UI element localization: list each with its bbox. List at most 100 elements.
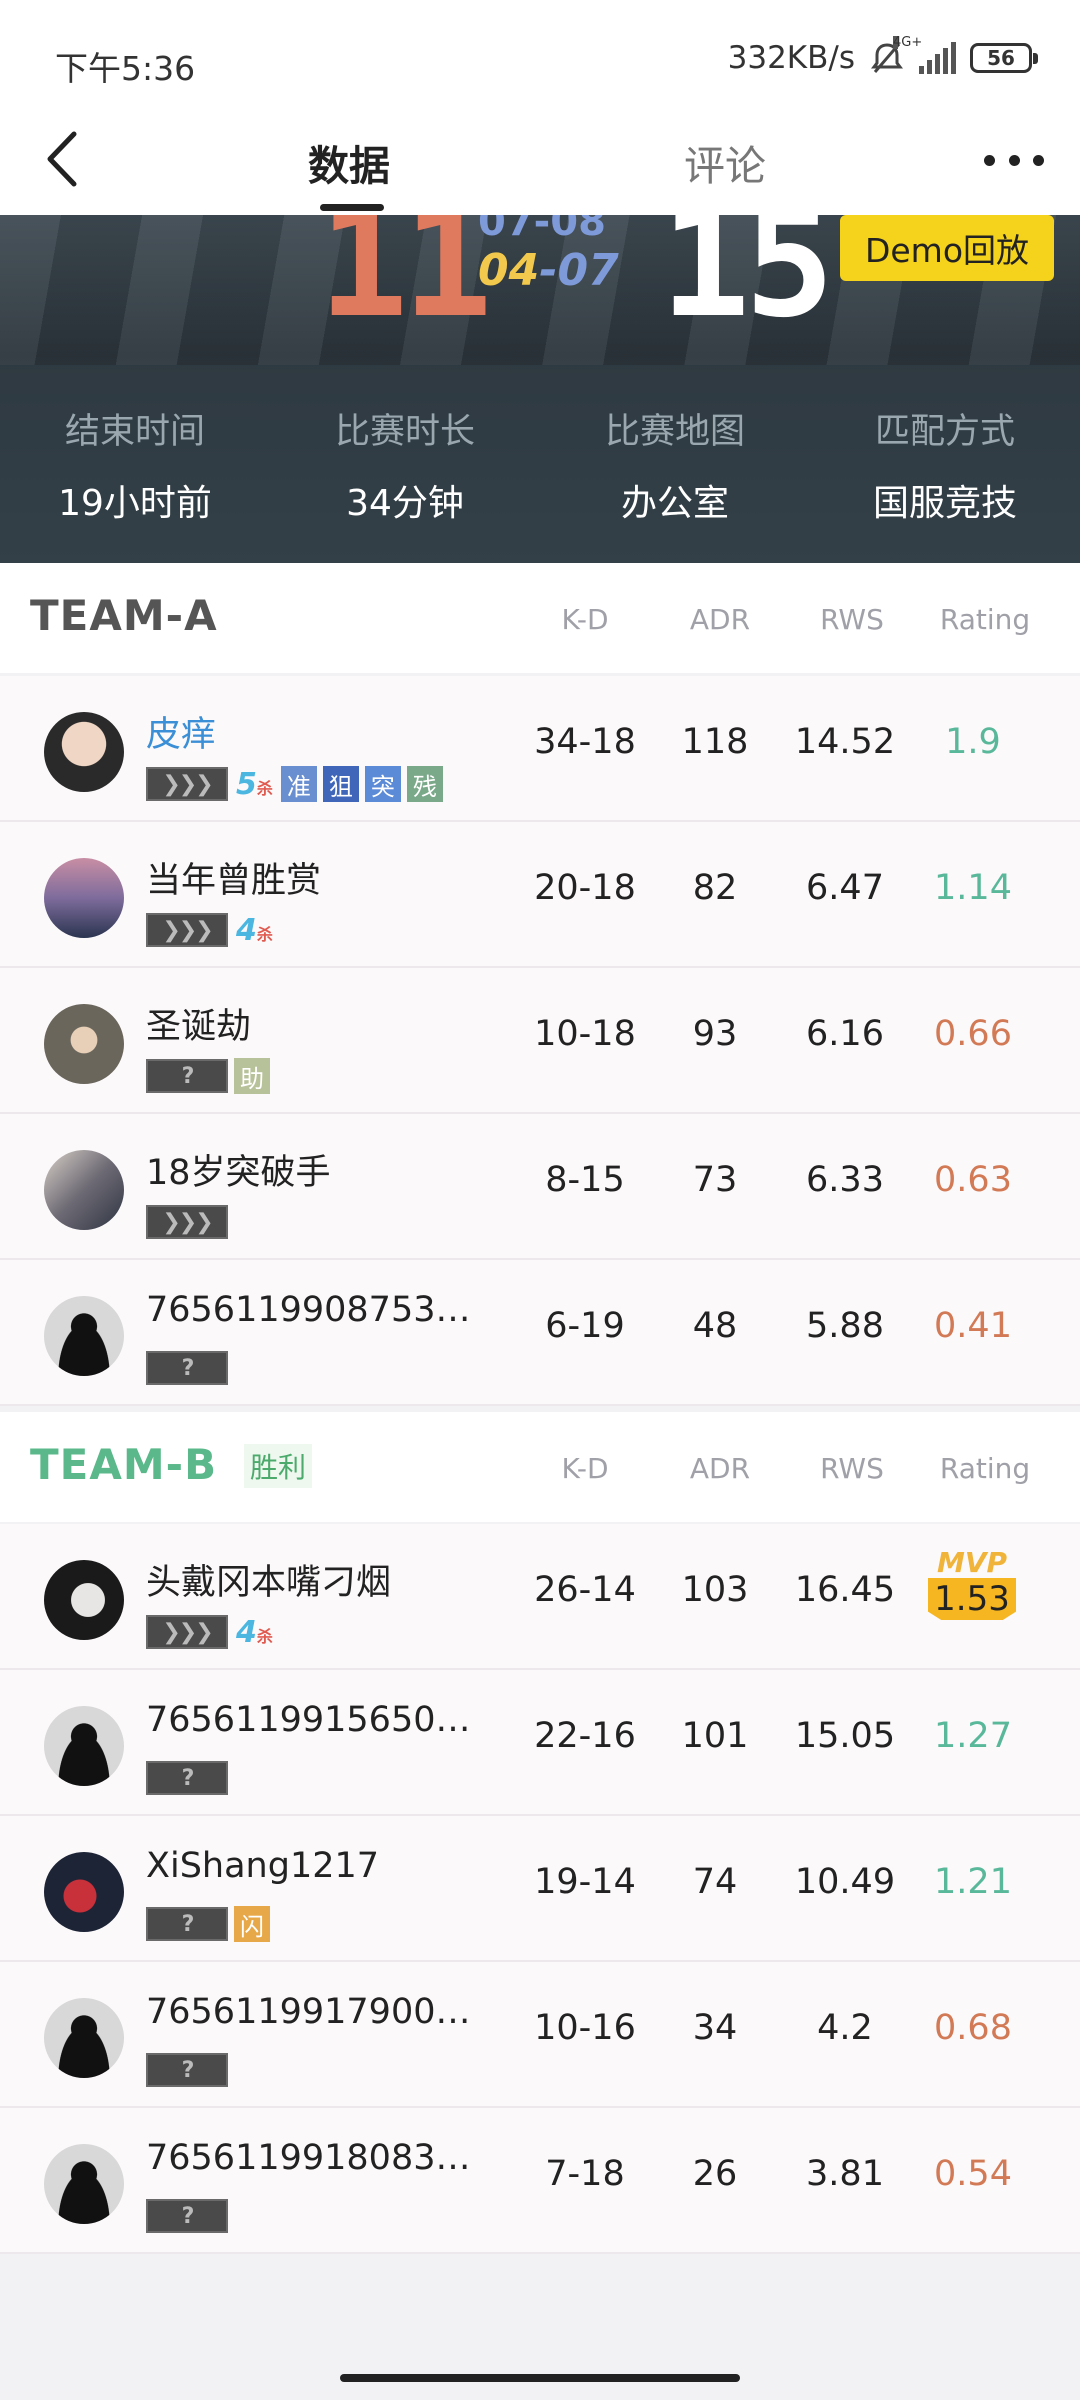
player-name: 18岁突破手 (146, 1153, 331, 1193)
default-avatar-icon (44, 1296, 124, 1376)
player-row[interactable]: 76561199156508... ? 22-16 101 15.05 1.27 (0, 1670, 1080, 1816)
default-avatar-icon (44, 2144, 124, 2224)
col-header-kd: K-D (561, 1452, 609, 1485)
adr-value: 82 (692, 868, 738, 908)
rating-value: 1.27 (934, 1716, 1012, 1756)
more-dot-icon (1008, 154, 1020, 166)
player-row[interactable]: 18岁突破手 ❯❯❯ 8-15 73 6.33 0.63 (0, 1114, 1080, 1260)
col-header-kd: K-D (561, 603, 609, 636)
adr-value: 93 (692, 1014, 738, 1054)
player-badges: ❯❯❯ 5杀 准 狙 突 残 (146, 766, 443, 802)
avatar (44, 1852, 124, 1932)
adr-value: 34 (692, 2008, 738, 2048)
match-date: 04-07 (478, 245, 619, 296)
info-end-time: 结束时间 19小时前 (0, 365, 270, 563)
rws-value: 14.52 (794, 722, 896, 762)
rating-value: 1.9 (945, 722, 1001, 762)
info-match-type: 匹配方式 国服竞技 (810, 365, 1080, 563)
kd-value: 8-15 (545, 1160, 625, 1200)
rating-value: 1.53 (928, 1578, 1016, 1620)
adr-value: 48 (692, 1306, 738, 1346)
adr-value: 26 (692, 2154, 738, 2194)
player-badges: ❯❯❯ 4杀 (146, 1614, 275, 1650)
player-row[interactable]: 当年曾胜赏 ❯❯❯ 4杀 20-18 82 6.47 1.14 (0, 822, 1080, 968)
multi-kill-badge: 4杀 (236, 913, 273, 948)
default-avatar-icon (44, 1706, 124, 1786)
rating-value: 0.41 (934, 1306, 1012, 1346)
adr-value: 74 (692, 1862, 738, 1902)
player-badges: ? (146, 2052, 228, 2088)
tag-badge: 突 (364, 766, 401, 802)
rank-badge-icon: ❯❯❯ (146, 913, 228, 947)
kd-value: 10-16 (534, 2008, 636, 2048)
player-name: 76561199180834... (146, 2138, 476, 2178)
rating-value: 0.68 (934, 2008, 1012, 2048)
adr-value: 118 (681, 722, 749, 762)
tag-badge: 闪 (234, 1906, 270, 1942)
player-row[interactable]: XiShang1217 ? 闪 19-14 74 10.49 1.21 (0, 1816, 1080, 1962)
date-day: 07 (557, 245, 619, 296)
tag-badge: 助 (234, 1058, 270, 1094)
unknown-rank-icon: ? (146, 2199, 228, 2233)
info-label: 结束时间 (64, 412, 205, 452)
player-row[interactable]: 76561199087534... ? 6-19 48 5.88 0.41 (0, 1260, 1080, 1406)
info-label: 比赛地图 (604, 412, 745, 452)
team-a-name: TEAM-A (30, 591, 218, 640)
rank-badge-icon: ❯❯❯ (146, 767, 228, 801)
more-dot-icon (1033, 154, 1044, 166)
rating-value: 1.14 (934, 868, 1012, 908)
back-button[interactable] (36, 124, 96, 194)
unknown-rank-icon: ? (146, 1351, 228, 1385)
player-badges: ? 助 (146, 1058, 270, 1094)
player-badges: ? (146, 1350, 228, 1386)
rating-value: 0.63 (934, 1160, 1012, 1200)
rating-value: 0.54 (934, 2154, 1012, 2194)
date-separator: - (539, 245, 558, 296)
kill-suffix: 杀 (256, 1626, 273, 1646)
kill-count: 4 (236, 1614, 257, 1650)
rws-value: 10.49 (794, 1862, 896, 1902)
rws-value: 6.16 (806, 1014, 884, 1054)
player-name: 圣诞劫 (146, 1007, 252, 1047)
signal-icon: 4G+ (893, 36, 956, 74)
player-name: 76561199087534... (146, 1290, 476, 1330)
tab-comments[interactable]: 评论 (684, 132, 766, 192)
col-header-rws: RWS (820, 1452, 884, 1485)
multi-kill-badge: 5杀 (236, 767, 273, 802)
tab-active-indicator (320, 204, 384, 211)
player-badges: ? (146, 1760, 228, 1796)
info-duration: 比赛时长 34分钟 (270, 365, 540, 563)
player-row[interactable]: 76561199180834... ? 7-18 26 3.81 0.54 (0, 2108, 1080, 2254)
more-options-button[interactable] (984, 150, 1044, 170)
kd-value: 26-14 (534, 1570, 636, 1610)
player-row[interactable]: 头戴冈本嘴刁烟 ❯❯❯ 4杀 26-14 103 16.45 MVP 1.53 (0, 1524, 1080, 1670)
col-header-rws: RWS (820, 603, 884, 636)
team-b-name: TEAM-B (30, 1440, 218, 1489)
match-info-row: 结束时间 19小时前 比赛时长 34分钟 比赛地图 办公室 匹配方式 国服竞技 (0, 365, 1080, 563)
date-month: 04 (478, 245, 540, 296)
unknown-rank-icon: ? (146, 1907, 228, 1941)
col-header-adr: ADR (689, 603, 751, 636)
player-row[interactable]: 76561199179008... ? 10-16 34 4.2 0.68 (0, 1962, 1080, 2108)
default-avatar-icon (44, 1998, 124, 2078)
col-header-rating: Rating (939, 1452, 1031, 1485)
kill-suffix: 杀 (256, 924, 273, 944)
tab-data[interactable]: 数据 (308, 132, 390, 192)
player-badges: ? 闪 (146, 1906, 270, 1942)
avatar (44, 1150, 124, 1230)
info-value: 办公室 (620, 483, 729, 524)
status-time: 下午5:36 (55, 49, 196, 88)
player-row[interactable]: 圣诞劫 ? 助 10-18 93 6.16 0.66 (0, 968, 1080, 1114)
player-row[interactable]: 皮痒 ❯❯❯ 5杀 准 狙 突 残 34-18 118 14.52 1.9 (0, 676, 1080, 822)
player-name: 皮痒 (146, 715, 217, 755)
rws-value: 15.05 (794, 1716, 896, 1756)
demo-replay-button[interactable]: Demo回放 (840, 215, 1054, 281)
team-b-score: 15 (660, 215, 835, 351)
adr-value: 73 (692, 1160, 738, 1200)
adr-value: 103 (681, 1570, 749, 1610)
home-indicator[interactable] (340, 2374, 740, 2382)
unknown-rank-icon: ? (146, 1761, 228, 1795)
network-type: 4G+ (893, 35, 923, 50)
rws-value: 5.88 (806, 1306, 884, 1346)
rws-value: 16.45 (794, 1570, 896, 1610)
